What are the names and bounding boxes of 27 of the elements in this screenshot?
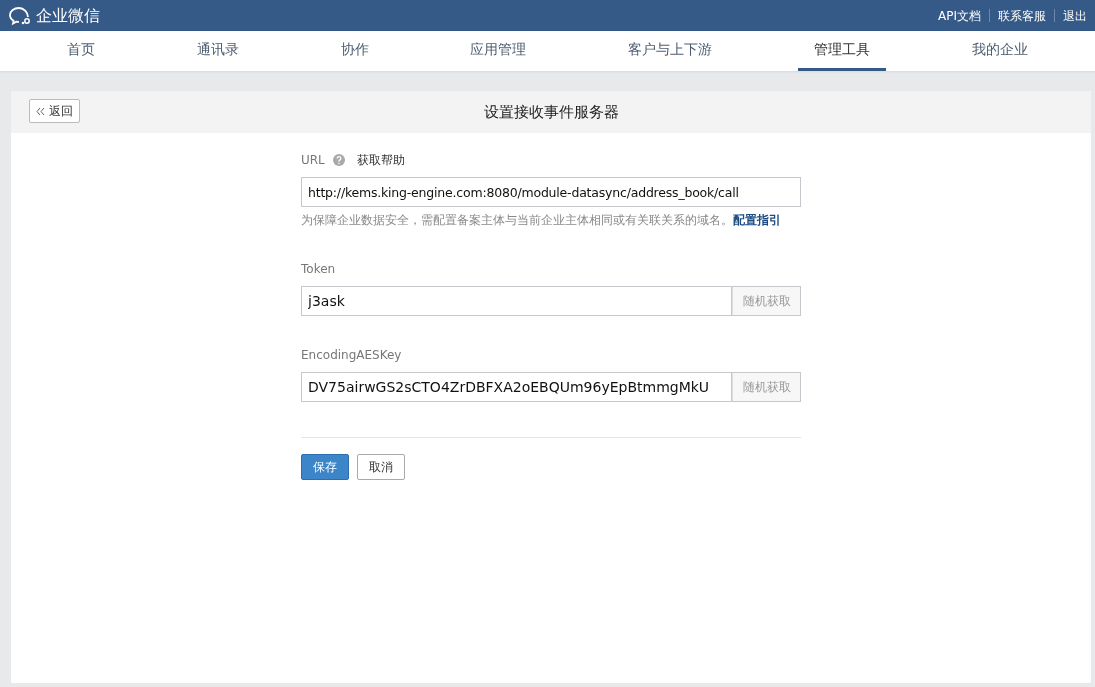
text-field[interactable]: j3ask — [301, 286, 732, 316]
url-field[interactable]: http://kems.king-engine.com:8080/module-datasync/address_book/call — [301, 177, 801, 207]
nav-tab[interactable]: 客户与上下游 — [612, 31, 729, 71]
page-title: 设置接收事件服务器 — [483, 101, 619, 123]
nav-tab[interactable]: 首页 — [50, 31, 111, 71]
save-button[interactable]: 保存 — [301, 454, 349, 480]
field-label: Token — [301, 261, 337, 278]
field-label: URL — [301, 152, 325, 169]
back-button[interactable]: 返回 — [29, 99, 80, 123]
security-hint: 为保障企业数据安全，需配置备案主体与当前企业主体相同或有关联关系的域名。配置指引 — [301, 212, 782, 229]
text-field[interactable]: DV75airwGS2sCTO4ZrDBFXA2oEBQUm96yEpBtmmgMkU — [301, 372, 732, 402]
nav-tab[interactable]: 我的企业 — [956, 31, 1044, 71]
nav-tab[interactable]: 通讯录 — [180, 31, 255, 71]
top-link[interactable]: 联系客服 — [998, 6, 1046, 25]
cancel-button[interactable]: 取消 — [357, 454, 405, 480]
nav-tab[interactable]: 应用管理 — [454, 31, 543, 71]
chat-bubble-logo-icon — [8, 5, 32, 26]
brand-name: 企业微信 — [36, 4, 100, 27]
nav-tab[interactable]: 管理工具 — [798, 31, 887, 71]
nav-tab[interactable]: 协作 — [324, 31, 385, 71]
help-link[interactable]: 获取帮助 — [356, 151, 405, 169]
double-chevron-left-icon — [36, 107, 45, 116]
top-link[interactable]: API文档 — [938, 6, 981, 25]
field-label: EncodingAESKey — [301, 347, 403, 364]
top-link[interactable]: 退出 — [1063, 6, 1087, 25]
help-icon[interactable] — [332, 154, 345, 166]
guide-link[interactable]: 配置指引 — [733, 213, 781, 227]
